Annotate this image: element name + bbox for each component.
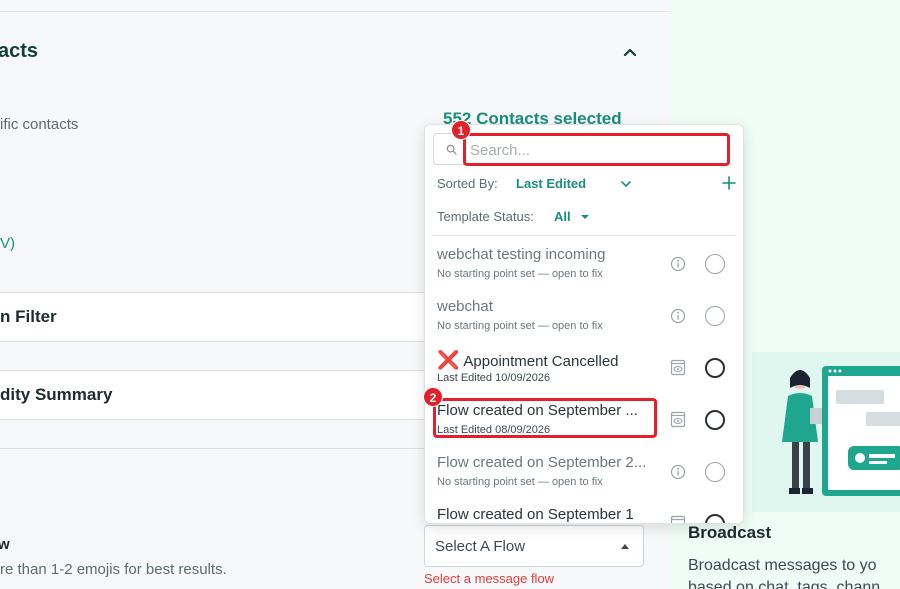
flow-item-name: Flow created on September ... <box>437 402 638 419</box>
flow-item-radio[interactable] <box>705 254 725 274</box>
section-title: acts <box>0 40 39 62</box>
caret-down-icon[interactable] <box>581 215 589 219</box>
select-flow-placeholder: Select A Flow <box>435 538 526 555</box>
chevron-up-icon[interactable] <box>620 42 640 62</box>
add-flow-icon[interactable] <box>721 175 737 191</box>
flow-item-name: ❌ Appointment Cancelled <box>437 350 619 371</box>
flow-item-name: webchat testing incoming <box>437 246 606 263</box>
flow-item-meta: No starting point set — open to fix <box>437 476 603 488</box>
select-flow-dropdown[interactable]: Select A Flow <box>424 525 644 567</box>
flow-item-name: Flow created on September 1 <box>437 506 634 523</box>
select-flow-error: Select a message flow <box>424 571 555 586</box>
flow-item[interactable]: Flow created on September 1 <box>425 506 743 524</box>
flow-item-meta: No starting point set — open to fix <box>437 268 603 280</box>
section-link[interactable]: V) <box>0 235 15 252</box>
flow-item[interactable]: webchat No starting point set — open to … <box>425 298 743 350</box>
flow-select-menu: Sorted By: Last Edited Template Status: … <box>424 124 744 524</box>
step-badge-2: 2 <box>423 387 443 407</box>
flow-item-radio[interactable] <box>705 410 725 430</box>
broadcast-description: Broadcast messages to yo based on chat, … <box>688 555 880 589</box>
filter-card[interactable]: n Filter <box>0 292 430 342</box>
filter-card-label: n Filter <box>0 307 57 326</box>
flow-item-meta: Last Edited 10/09/2026 <box>437 372 551 384</box>
broadcast-illustration <box>752 352 900 512</box>
info-icon[interactable] <box>670 464 686 480</box>
flow-field-hint: re than 1-2 emojis for best results. <box>0 561 227 578</box>
flow-item-name: webchat <box>437 298 493 315</box>
search-icon <box>446 144 457 155</box>
broadcast-desc-line-1: Broadcast messages to yo <box>688 557 877 574</box>
search-box[interactable] <box>433 133 729 165</box>
sorted-by-label: Sorted By: <box>437 176 498 191</box>
top-divider <box>0 11 670 12</box>
preview-icon[interactable] <box>670 359 686 376</box>
preview-icon[interactable] <box>670 411 686 428</box>
flow-item-radio[interactable] <box>705 306 725 326</box>
flow-item[interactable]: Flow created on September ... Last Edite… <box>425 402 743 454</box>
flow-item[interactable]: Flow created on September 2... No starti… <box>425 454 743 506</box>
info-icon[interactable] <box>670 256 686 272</box>
section-divider <box>0 448 430 449</box>
flow-item-name-text: Appointment Cancelled <box>463 353 619 370</box>
flow-item[interactable]: ❌ Appointment Cancelled Last Edited 10/09… <box>425 350 743 402</box>
flow-item-radio[interactable] <box>705 358 725 378</box>
flow-field-label: w <box>0 536 10 553</box>
template-status-label: Template Status: <box>437 209 534 224</box>
sorted-by-value[interactable]: Last Edited <box>516 176 586 191</box>
flow-item-radio[interactable] <box>705 514 725 523</box>
search-input[interactable] <box>470 139 720 161</box>
preview-icon[interactable] <box>670 515 686 524</box>
chevron-down-icon[interactable] <box>619 177 633 191</box>
summary-card-label: dity Summary <box>0 385 113 404</box>
step-badge-1: 1 <box>451 120 471 140</box>
flow-item-meta: Last Edited 08/09/2026 <box>437 424 551 436</box>
broadcast-title: Broadcast <box>688 523 772 542</box>
list-divider <box>433 235 735 236</box>
summary-card[interactable]: dity Summary <box>0 370 430 420</box>
flow-item[interactable]: webchat testing incoming No starting poi… <box>425 246 743 298</box>
flow-item-meta: No starting point set — open to fix <box>437 320 603 332</box>
sort-row: Sorted By: Last Edited <box>437 175 737 195</box>
caret-up-icon <box>621 544 629 549</box>
broadcast-desc-line-2: based on chat, tags, chann <box>688 579 881 589</box>
flow-item-name: Flow created on September 2... <box>437 454 647 471</box>
template-status-value[interactable]: All <box>554 209 571 224</box>
template-status-row: Template Status: All <box>437 209 737 229</box>
section-subtext: ific contacts <box>0 116 79 133</box>
flow-item-radio[interactable] <box>705 462 725 482</box>
info-icon[interactable] <box>670 308 686 324</box>
cross-mark-icon: ❌ <box>437 350 460 370</box>
